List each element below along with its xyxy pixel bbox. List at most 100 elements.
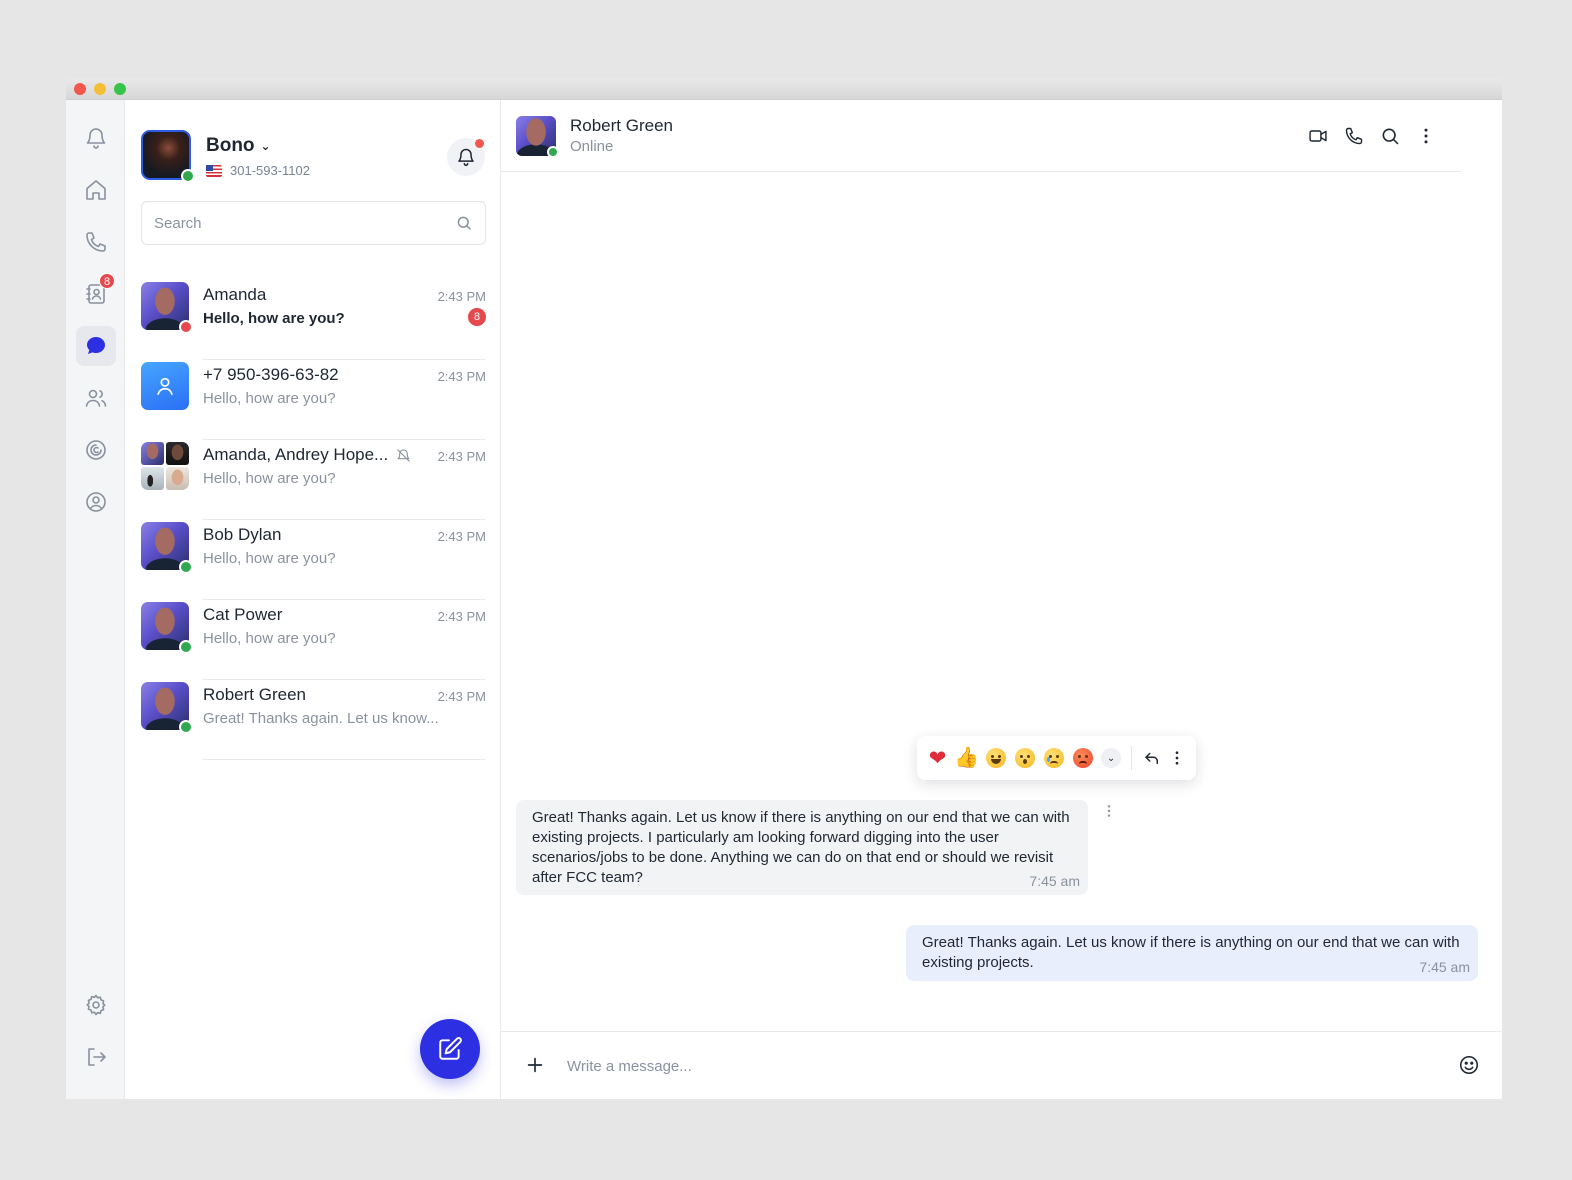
nav-contacts[interactable]: 8 [76,273,116,314]
chat-list-item[interactable]: Amanda, Andrey Hope... 2:43 PM Hello, ho… [141,440,486,520]
laughing-face-icon [985,748,1006,768]
contact-avatar [141,362,189,410]
message-text: Great! Thanks again. Let us know if ther… [922,934,1460,971]
contact-name: Amanda [203,285,267,304]
nav-notifications[interactable] [76,118,116,158]
presence-status: Online [570,138,614,155]
chat-preview: Hello, how are you? [203,470,336,487]
surprised-reaction[interactable] [1012,745,1037,771]
group-member-avatar [166,467,189,490]
account-switcher[interactable]: Bono ⌄ [206,135,271,157]
reply-button[interactable] [1142,747,1163,769]
search-conversation-button[interactable] [1380,124,1400,148]
emoji-smile-icon[interactable] [1458,1054,1480,1076]
chat-list-item[interactable]: Robert Green 2:43 PM Great! Thanks again… [141,680,486,760]
divider [1130,746,1132,770]
message-input[interactable] [567,1052,1427,1080]
conversation-view: Robert Green Online ❤ 👍 ⌄ Great! Thanks … [501,100,1502,1099]
group-member-avatar [166,442,189,465]
muted-bell-icon [397,448,410,462]
nav-team[interactable] [76,378,116,418]
divider [203,759,486,760]
chat-time: 2:43 PM [437,449,486,464]
message-more-button[interactable] [1167,747,1188,769]
more-reactions-button[interactable]: ⌄ [1101,748,1121,768]
group-member-avatar [141,442,164,465]
search-icon[interactable] [455,214,473,232]
message-time: 7:45 am [1029,873,1080,889]
chat-preview: Hello, how are you? [203,630,336,647]
angry-face-icon [1072,748,1093,768]
outgoing-message[interactable]: Great! Thanks again. Let us know if ther… [906,925,1478,981]
chevron-down-icon: ⌄ [260,139,271,153]
phone-icon [1345,127,1363,145]
nav-messages[interactable] [76,326,116,366]
maximize-window-button[interactable] [114,83,126,95]
notification-dot [475,139,484,148]
chat-list-item[interactable]: Bob Dylan 2:43 PM Hello, how are you? [141,520,486,600]
more-vertical-icon [1107,805,1111,817]
nav-integrations[interactable] [76,430,116,470]
chat-time: 2:43 PM [437,689,486,704]
message-text: Great! Thanks again. Let us know if ther… [532,809,1070,886]
thumbs-up-reaction[interactable]: 👍 [954,745,979,771]
notifications-button[interactable] [447,138,485,176]
group-name: Amanda, Andrey Hope... [203,445,389,464]
plus-icon[interactable] [524,1054,546,1076]
contact-name: Bob Dylan [203,525,282,544]
my-status-online [181,169,195,183]
contact-name: Robert Green [203,685,306,704]
chat-bubble-icon [87,337,105,354]
status-online-dot [179,560,193,574]
new-message-button[interactable] [420,1019,480,1079]
surprised-face-icon [1014,748,1035,768]
more-options-button[interactable] [1416,124,1436,148]
minimize-window-button[interactable] [94,83,106,95]
crying-reaction[interactable] [1041,745,1066,771]
chat-time: 2:43 PM [437,609,486,624]
nav-settings[interactable] [76,985,116,1025]
status-online-dot [179,640,193,654]
my-name: Bono [206,135,255,156]
us-flag-icon [206,164,222,177]
laughing-reaction[interactable] [983,745,1008,771]
incoming-message-menu[interactable] [1101,800,1117,822]
crying-face-icon [1043,748,1064,768]
gear-icon [86,994,106,1016]
contact-name: +7 950-396-63-82 [203,365,339,384]
search-box [141,201,486,245]
nav-rail: 8 [66,100,125,1099]
chat-preview: Great! Thanks again. Let us know... [203,710,439,727]
chat-list-item[interactable]: Amanda 2:43 PM Hello, how are you? 8 [141,280,486,360]
incoming-message[interactable]: Great! Thanks again. Let us know if ther… [516,800,1088,895]
nav-home[interactable] [76,170,116,210]
more-vertical-icon [1176,751,1179,765]
conversation-header: Robert Green Online [501,100,1462,172]
nav-calls[interactable] [76,222,116,262]
video-call-button[interactable] [1308,124,1328,148]
status-online-dot [547,146,559,158]
logout-icon [88,1048,106,1066]
more-vertical-icon [1424,128,1428,144]
chat-time: 2:43 PM [437,529,486,544]
message-time: 7:45 am [1419,959,1470,975]
integrations-icon [86,440,106,460]
heart-reaction[interactable]: ❤ [925,745,950,771]
chat-list-item[interactable]: Cat Power 2:43 PM Hello, how are you? [141,600,486,680]
reply-arrow-icon [1145,752,1159,764]
group-member-avatar [141,467,164,490]
chat-list-item[interactable]: +7 950-396-63-82 2:43 PM Hello, how are … [141,360,486,440]
angry-reaction[interactable] [1070,745,1095,771]
status-busy-dot [179,320,193,334]
voice-call-button[interactable] [1344,124,1364,148]
chat-preview: Hello, how are you? [203,390,336,407]
my-phone-row: 301-593-1102 [206,163,310,178]
header-actions [1308,124,1436,148]
nav-logout[interactable] [76,1037,116,1077]
search-icon [1382,128,1399,145]
nav-profile[interactable] [76,482,116,522]
close-window-button[interactable] [74,83,86,95]
profile-icon [86,492,106,512]
my-phone-number: 301-593-1102 [230,163,310,178]
search-input[interactable] [154,214,455,232]
